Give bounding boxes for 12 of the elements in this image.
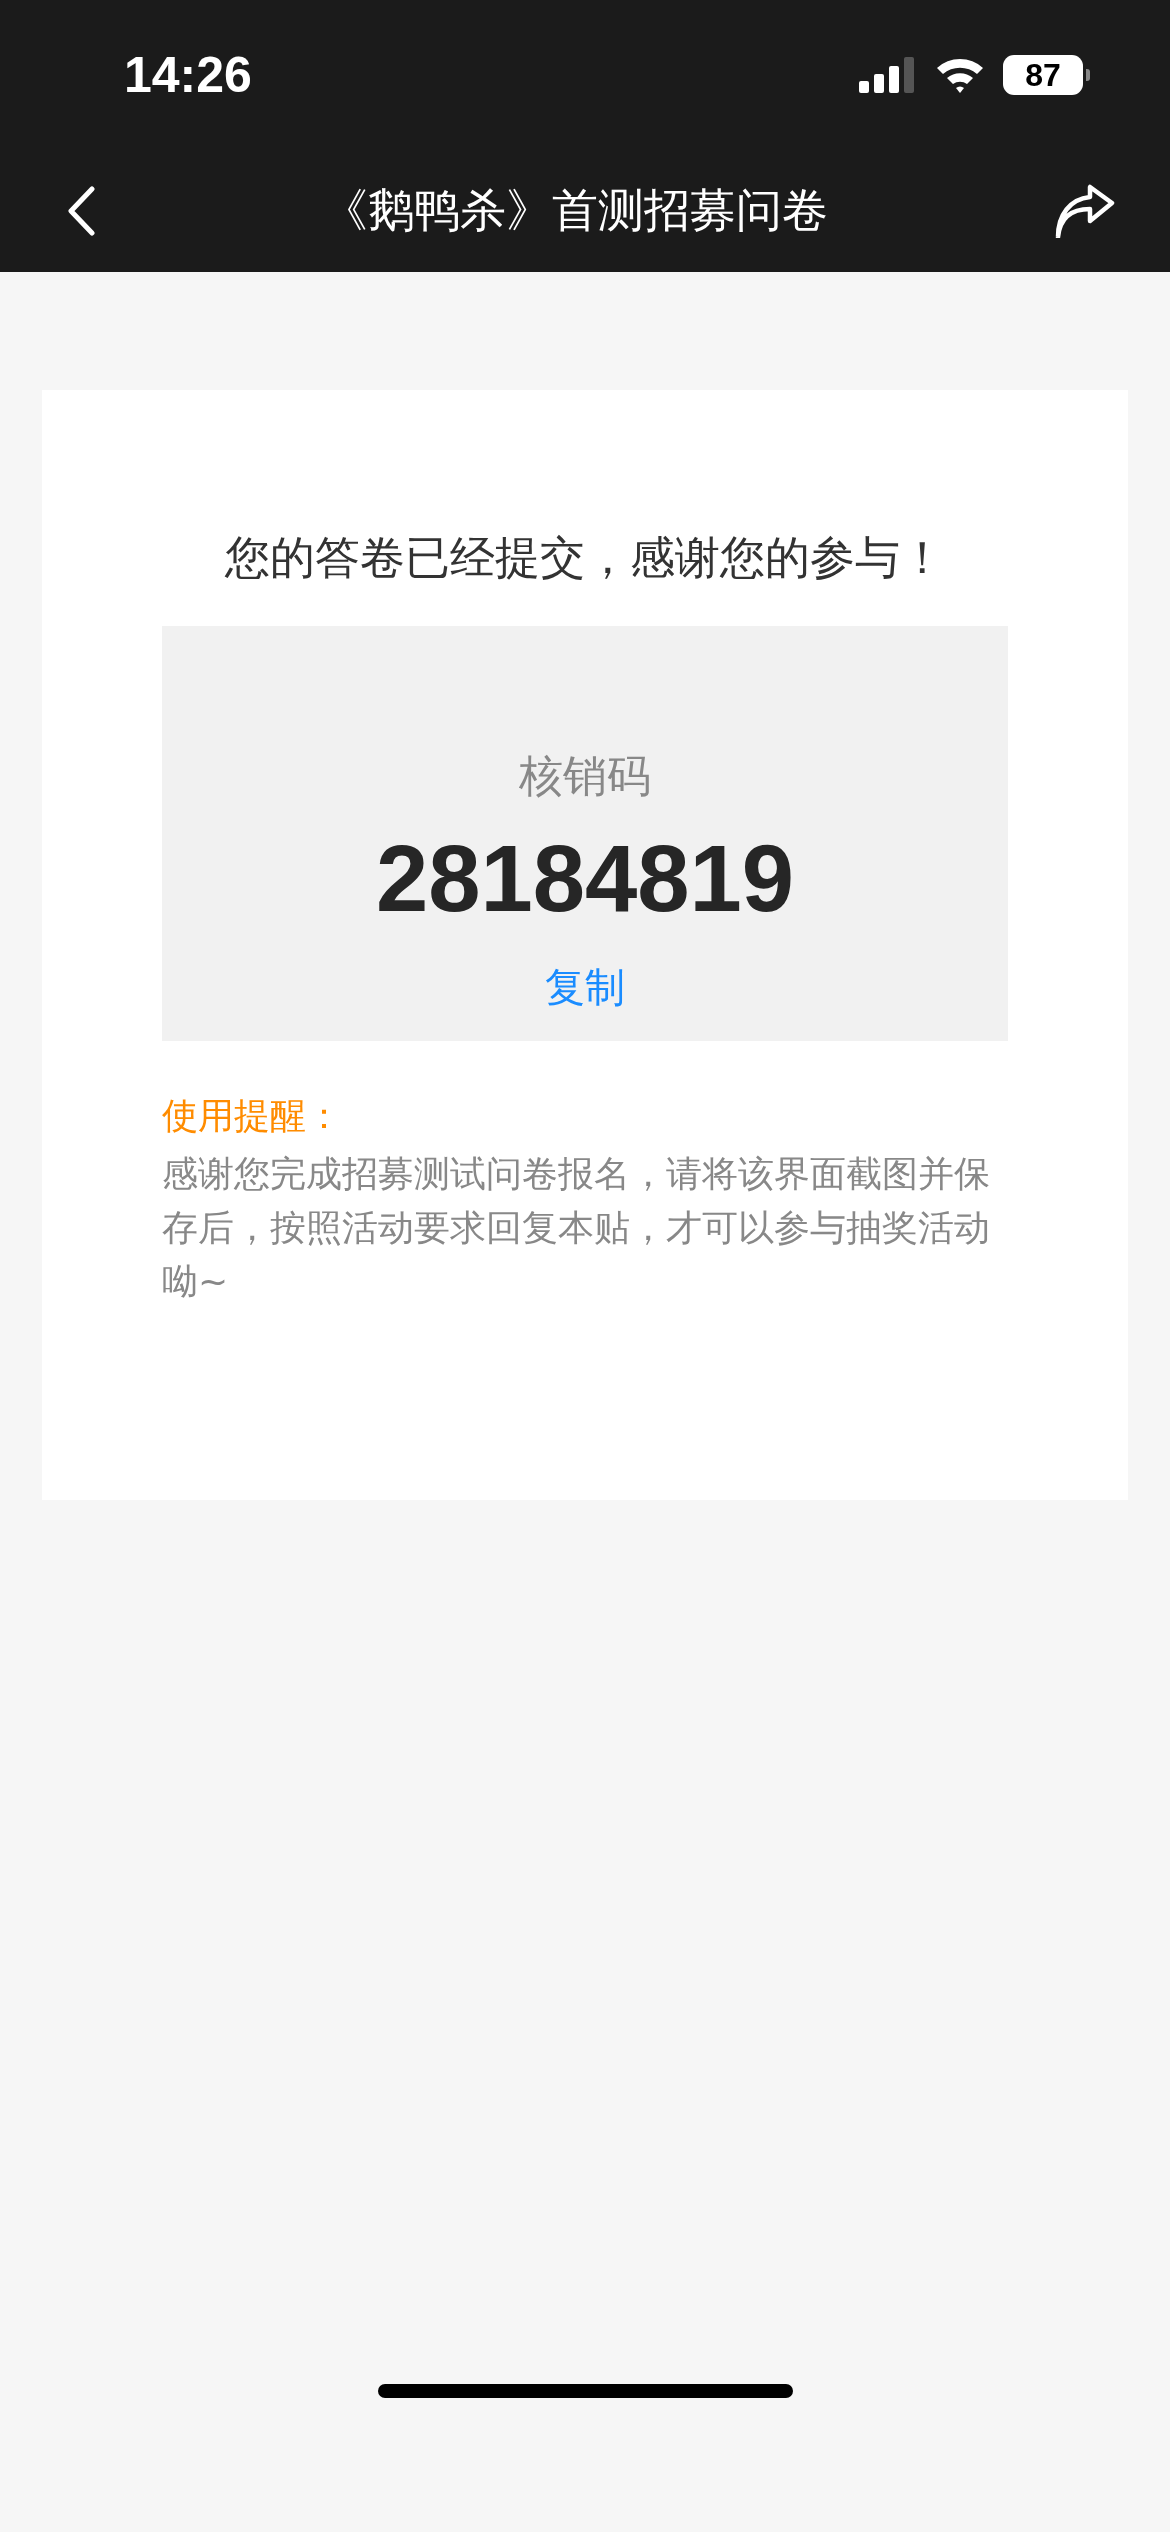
share-icon[interactable] bbox=[1054, 184, 1116, 238]
back-icon[interactable] bbox=[66, 186, 96, 236]
signal-icon bbox=[859, 57, 917, 93]
submit-message: 您的答卷已经提交，感谢您的参与！ bbox=[225, 530, 945, 586]
wifi-icon bbox=[935, 56, 985, 94]
redeem-code: 28184819 bbox=[375, 825, 795, 933]
status-time: 14:26 bbox=[124, 46, 252, 104]
tip-text: 感谢您完成招募测试问卷报名，请将该界面截图并保存后，按照活动要求回复本贴，才可以参与抽奖活动呦~ bbox=[162, 1152, 991, 1304]
copy-button[interactable]: 复制 bbox=[545, 962, 625, 1012]
code-label: 核销码 bbox=[519, 749, 651, 803]
tip-title: 使用提醒： bbox=[162, 1094, 342, 1138]
page-title: 《鹅鸭杀》首测招募问卷 bbox=[322, 182, 828, 239]
